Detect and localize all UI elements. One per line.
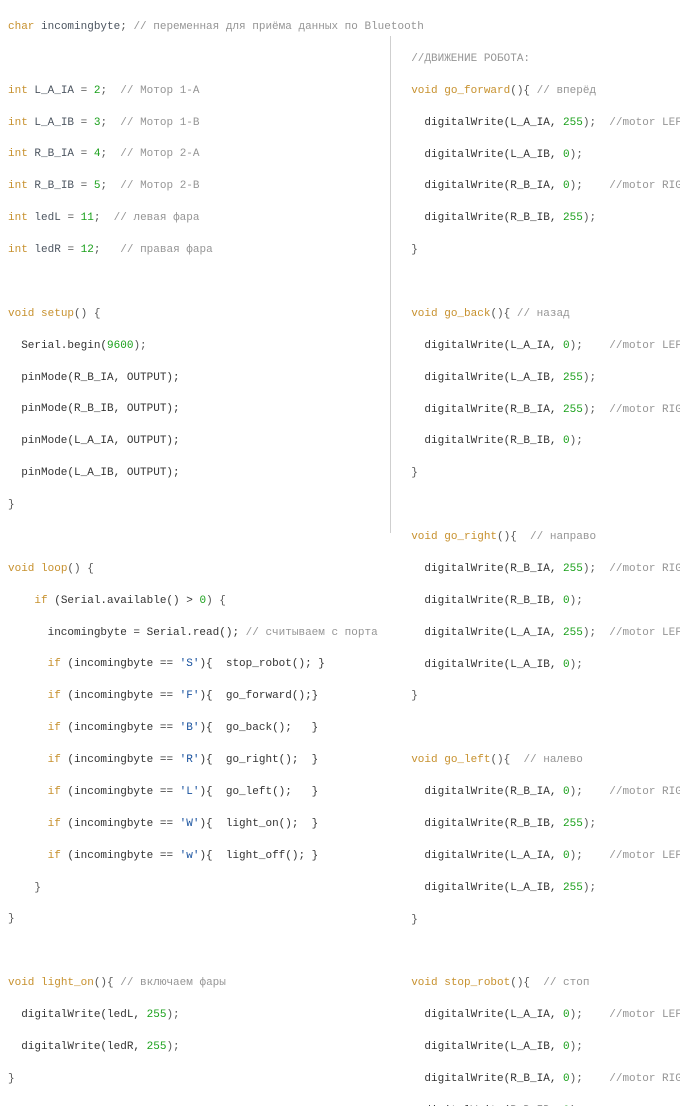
code-line: digitalWrite(L_A_IB, 255); bbox=[398, 371, 674, 387]
code-line: void setup() { bbox=[8, 307, 384, 323]
code-line: int R_B_IB = 5; // Мотор 2-B bbox=[8, 179, 384, 195]
code-line: digitalWrite(L_A_IB, 0); bbox=[398, 148, 674, 164]
code-line: } bbox=[8, 881, 384, 897]
code-line: //ДВИЖЕНИЕ РОБОТА: bbox=[398, 52, 674, 68]
code-line: digitalWrite(L_A_IB, 255); bbox=[398, 881, 674, 897]
code-line: digitalWrite(R_B_IB, 0); bbox=[398, 1104, 674, 1106]
fn-setup: setup bbox=[41, 308, 74, 320]
code-line: digitalWrite(ledR, 255); bbox=[8, 1040, 384, 1056]
var-incomingbyte: incomingbyte bbox=[41, 21, 120, 33]
blank-line bbox=[8, 944, 384, 960]
code-line: digitalWrite(R_B_IA, 255); //motor RIGHT bbox=[398, 562, 674, 578]
blank-line bbox=[8, 1104, 384, 1106]
code-line: void go_right(){ // направо bbox=[398, 530, 674, 546]
code-left-column: char incomingbyte; // переменная для при… bbox=[0, 0, 390, 1106]
code-line: digitalWrite(R_B_IA, 0); //motor RIGHT bbox=[398, 785, 674, 801]
code-line: int L_A_IA = 2; // Мотор 1-A bbox=[8, 84, 384, 100]
comment: // переменная для приёма данных по Bluet… bbox=[133, 21, 423, 33]
code-line: if (incomingbyte == 'B'){ go_back(); } bbox=[8, 721, 384, 737]
code-line: digitalWrite(R_B_IA, 0); //motor RIGHT bbox=[398, 179, 674, 195]
blank-line bbox=[8, 530, 384, 546]
code-line: digitalWrite(R_B_IA, 255); //motor RIGHT bbox=[398, 403, 674, 419]
code-right-column: //ДВИЖЕНИЕ РОБОТА: void go_forward(){ //… bbox=[390, 0, 680, 1106]
blank-line bbox=[8, 275, 384, 291]
code-line: void light_on(){ // включаем фары bbox=[8, 976, 384, 992]
code-line: digitalWrite(L_A_IB, 0); bbox=[398, 658, 674, 674]
fn-stop-robot: stop_robot bbox=[444, 977, 510, 989]
code-line: } bbox=[398, 243, 674, 259]
code-line: void loop() { bbox=[8, 562, 384, 578]
code-line: if (incomingbyte == 'w'){ light_off(); } bbox=[8, 849, 384, 865]
code-line: if (incomingbyte == 'R'){ go_right(); } bbox=[8, 753, 384, 769]
code-line: digitalWrite(R_B_IA, 0); //motor RIGHT bbox=[398, 1072, 674, 1088]
fn-go-left: go_left bbox=[444, 754, 490, 766]
blank-line bbox=[8, 52, 384, 68]
code-line: pinMode(L_A_IB, OUTPUT); bbox=[8, 466, 384, 482]
fn-light-on: light_on bbox=[41, 977, 94, 989]
code-line: digitalWrite(R_B_IB, 255); bbox=[398, 817, 674, 833]
fn-go-forward: go_forward bbox=[444, 85, 510, 97]
code-line: } bbox=[398, 466, 674, 482]
code-line: } bbox=[8, 912, 384, 928]
blank-line bbox=[398, 498, 674, 514]
code-line: if (incomingbyte == 'L'){ go_left(); } bbox=[8, 785, 384, 801]
code-line: pinMode(R_B_IB, OUTPUT); bbox=[8, 402, 384, 418]
code-line: void stop_robot(){ // стоп bbox=[398, 976, 674, 992]
blank-line bbox=[398, 944, 674, 960]
code-line: void go_back(){ // назад bbox=[398, 307, 674, 323]
code-line: if (incomingbyte == 'F'){ go_forward();} bbox=[8, 689, 384, 705]
code-line: incomingbyte = Serial.read(); // считыва… bbox=[8, 626, 384, 642]
code-line: digitalWrite(R_B_IB, 0); bbox=[398, 594, 674, 610]
code-line: char incomingbyte; // переменная для при… bbox=[8, 20, 384, 36]
code-line: digitalWrite(L_A_IA, 0); //motor LEFT bbox=[398, 1008, 674, 1024]
code-line: if (incomingbyte == 'W'){ light_on(); } bbox=[8, 817, 384, 833]
fn-go-right: go_right bbox=[444, 531, 497, 543]
code-line: if (incomingbyte == 'S'){ stop_robot(); … bbox=[8, 657, 384, 673]
code-line: if (Serial.available() > 0) { bbox=[8, 594, 384, 610]
code-line: int ledL = 11; // левая фара bbox=[8, 211, 384, 227]
code-line: } bbox=[8, 498, 384, 514]
code-line: Serial.begin(9600); bbox=[8, 339, 384, 355]
code-line: } bbox=[398, 913, 674, 929]
fn-loop: loop bbox=[41, 563, 67, 575]
code-line: digitalWrite(L_A_IA, 255); //motor LEFT bbox=[398, 116, 674, 132]
blank-line bbox=[398, 275, 674, 291]
blank-line bbox=[398, 721, 674, 737]
code-line: digitalWrite(L_A_IA, 0); //motor LEFT bbox=[398, 849, 674, 865]
code-line: digitalWrite(L_A_IA, 0); //motor LEFT bbox=[398, 339, 674, 355]
code-line: pinMode(R_B_IA, OUTPUT); bbox=[8, 371, 384, 387]
kw-char: char bbox=[8, 21, 34, 33]
code-line: } bbox=[8, 1072, 384, 1088]
code-line: void go_forward(){ // вперёд bbox=[398, 84, 674, 100]
code-line: int R_B_IA = 4; // Мотор 2-A bbox=[8, 147, 384, 163]
code-line: digitalWrite(R_B_IB, 255); bbox=[398, 211, 674, 227]
fn-go-back: go_back bbox=[444, 308, 490, 320]
code-line: pinMode(L_A_IA, OUTPUT); bbox=[8, 434, 384, 450]
code-line: int L_A_IB = 3; // Мотор 1-B bbox=[8, 116, 384, 132]
code-line: void go_left(){ // налево bbox=[398, 753, 674, 769]
code-line: digitalWrite(L_A_IA, 255); //motor LEFT bbox=[398, 626, 674, 642]
code-line: digitalWrite(ledL, 255); bbox=[8, 1008, 384, 1024]
code-line: digitalWrite(L_A_IB, 0); bbox=[398, 1040, 674, 1056]
code-line: int ledR = 12; // правая фара bbox=[8, 243, 384, 259]
code-line: digitalWrite(R_B_IB, 0); bbox=[398, 434, 674, 450]
code-line: } bbox=[398, 689, 674, 705]
